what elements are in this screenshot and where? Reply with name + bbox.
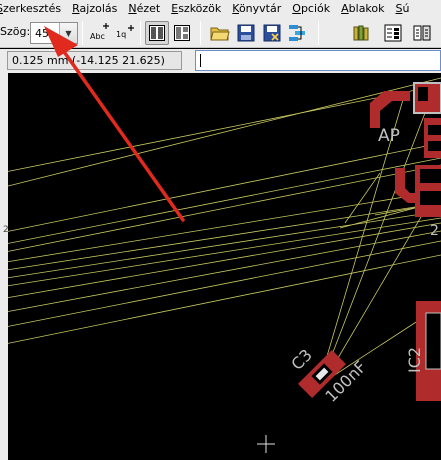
toolbar-separator xyxy=(140,21,141,45)
abc-plus-icon: Abc xyxy=(90,23,109,41)
coordinate-readout: 0.125 mm (-14.125 21.625) xyxy=(7,51,182,70)
grid-view-alt-icon xyxy=(174,25,190,41)
pad xyxy=(428,141,441,151)
menu-bar: Szerkesztés Rajzolás Nézet Eszközök Köny… xyxy=(0,0,441,17)
airwire xyxy=(0,164,441,254)
pad xyxy=(424,118,441,158)
grid-view-alt-button[interactable] xyxy=(170,21,194,45)
folder-open-icon xyxy=(210,27,230,41)
layers-icon xyxy=(289,25,305,41)
svg-text:1q: 1q xyxy=(116,30,126,39)
grid-view-button[interactable] xyxy=(145,21,169,45)
airwire xyxy=(0,142,441,234)
angle-combobox[interactable]: 45 ▼ xyxy=(30,22,78,44)
library-books-icon xyxy=(353,25,369,41)
airwire xyxy=(324,112,426,374)
svg-text:Abc: Abc xyxy=(90,32,105,41)
label-plus-button[interactable]: 1q xyxy=(113,21,137,45)
ic2-footprint: IC2 xyxy=(405,301,441,401)
board-canvas[interactable]: AP 2 IC2 C3 100nF xyxy=(0,73,441,460)
left-ruler: 2 xyxy=(0,73,9,460)
properties-button[interactable] xyxy=(381,21,405,45)
abc-plus-button[interactable]: Abc xyxy=(88,21,112,45)
ap-label: AP xyxy=(378,126,400,146)
toolbar-separator xyxy=(82,21,83,45)
c3-name: C3 xyxy=(287,345,316,374)
pad xyxy=(428,125,441,135)
airwire xyxy=(0,240,441,329)
menu-edit[interactable]: Szerkesztés xyxy=(0,0,66,17)
menu-help[interactable]: Sú xyxy=(390,0,415,17)
grid-view-icon xyxy=(149,25,165,41)
angle-label: Szög: xyxy=(0,25,31,38)
ic-body xyxy=(425,312,441,370)
angle-value[interactable]: 45 xyxy=(35,27,49,40)
pad xyxy=(420,169,441,183)
airwire xyxy=(339,207,416,229)
coordinate-bar: 0.125 mm (-14.125 21.625) xyxy=(0,49,441,73)
save-disk-icon xyxy=(237,24,255,42)
ap-footprint: AP 2 xyxy=(370,82,441,239)
side-number: 2 xyxy=(430,223,439,239)
save-as-button[interactable] xyxy=(260,21,284,45)
layers-button[interactable] xyxy=(285,21,309,45)
menu-draw[interactable]: Rajzolás xyxy=(66,0,122,17)
mirror-icon xyxy=(413,25,431,41)
ic2-label: IC2 xyxy=(405,347,424,373)
text-caret xyxy=(200,54,201,67)
mirror-button[interactable] xyxy=(410,21,434,45)
command-input[interactable] xyxy=(195,50,441,71)
airwire xyxy=(0,77,441,189)
toolbar-separator xyxy=(318,21,319,45)
menu-options[interactable]: Opciók xyxy=(286,0,335,17)
menu-tools[interactable]: Eszközök xyxy=(165,0,226,17)
pad xyxy=(420,191,441,205)
save-as-disk-icon xyxy=(263,24,281,42)
pad xyxy=(418,87,428,101)
toolbar-separator xyxy=(200,21,201,45)
chevron-down-icon[interactable]: ▼ xyxy=(59,23,77,43)
menu-view[interactable]: Nézet xyxy=(122,0,165,17)
ruler-tick: 2 xyxy=(3,225,9,235)
pad xyxy=(370,91,410,128)
board-drawing[interactable]: AP 2 IC2 C3 100nF xyxy=(0,73,441,460)
open-folder-button[interactable] xyxy=(208,21,232,45)
save-button[interactable] xyxy=(234,21,258,45)
label-plus-icon: 1q xyxy=(116,25,134,39)
menu-library[interactable]: Könyvtár xyxy=(226,0,286,17)
library-button[interactable] xyxy=(350,21,374,45)
airwire xyxy=(0,84,441,174)
properties-icon xyxy=(384,24,402,42)
toolbar: Szög: 45 ▼ Abc 1q xyxy=(0,17,441,48)
crosshair-cursor-icon xyxy=(257,435,275,453)
menu-windows[interactable]: Ablakok xyxy=(335,0,389,17)
